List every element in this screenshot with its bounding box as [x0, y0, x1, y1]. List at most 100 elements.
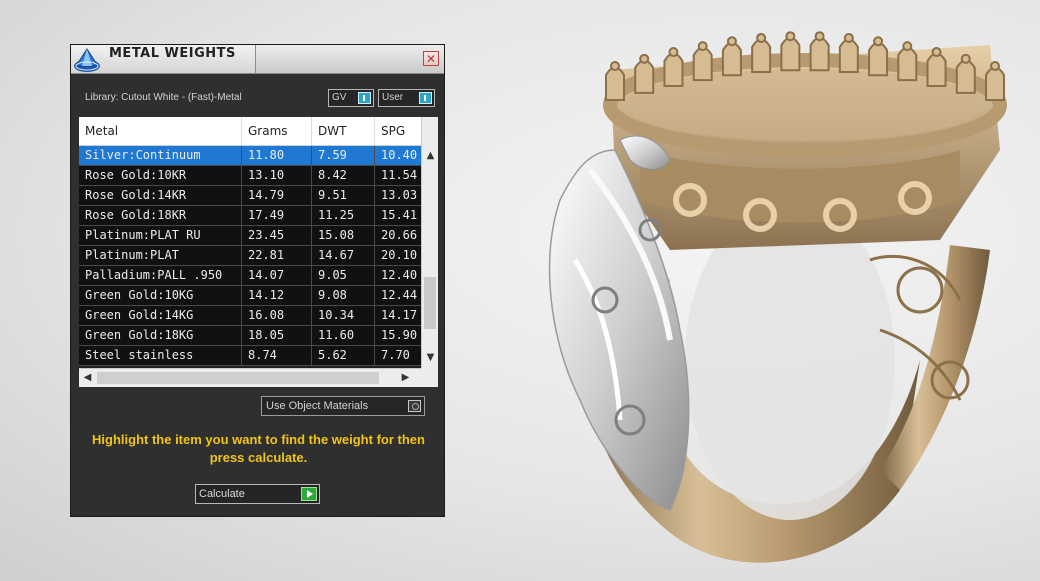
dwt-cell: 14.67	[312, 246, 375, 265]
table-row[interactable]: Platinum:PLAT RU 23.45 15.08 20.66	[79, 226, 421, 246]
grams-cell: 18.05	[242, 326, 312, 345]
crown-prong	[605, 66, 625, 101]
grams-cell: 11.80	[242, 146, 312, 165]
metal-cell: Green Gold:18KG	[79, 326, 242, 345]
table-row[interactable]: Rose Gold:18KR 17.49 11.25 15.41	[79, 206, 421, 226]
title-bar: METAL WEIGHTS ✕	[71, 45, 444, 74]
close-button[interactable]: ✕	[423, 51, 439, 66]
dwt-cell: 9.08	[312, 286, 375, 305]
crown-prong	[926, 52, 947, 88]
table-row[interactable]: Silver:Continuum 11.80 7.59 10.40	[79, 146, 421, 166]
metal-cell: Green Gold:14KG	[79, 306, 242, 325]
dwt-cell: 8.42	[312, 166, 375, 185]
scroll-right-icon[interactable]: ▶	[397, 370, 414, 386]
table-row[interactable]: Green Gold:14KG 16.08 10.34 14.17	[79, 306, 421, 326]
table-row[interactable]: Steel stainless 8.74 5.62 7.70	[79, 346, 421, 366]
panel-title: METAL WEIGHTS	[109, 46, 236, 61]
prong-bead	[931, 47, 942, 58]
prong-bead	[814, 31, 825, 42]
ring-3d-render	[548, 31, 1007, 563]
metal-cell: Palladium:PALL .950	[79, 266, 242, 285]
metal-cell: Rose Gold:10KR	[79, 166, 242, 185]
crown-prong	[663, 52, 684, 88]
use-object-materials-label: Use Object Materials	[266, 400, 369, 412]
metal-cell: Platinum:PLAT RU	[79, 226, 242, 245]
spg-cell: 14.17	[381, 308, 418, 322]
spg-cell: 11.54	[381, 168, 418, 182]
vertical-scroll-thumb[interactable]	[424, 277, 436, 329]
column-header-spg[interactable]: SPG	[375, 117, 421, 145]
scroll-left-icon[interactable]: ◀	[79, 370, 96, 386]
column-header-metal[interactable]: Metal	[79, 117, 242, 145]
dwt-cell: 11.25	[312, 206, 375, 225]
crown-prong	[838, 38, 859, 73]
crown-prong	[955, 59, 976, 94]
grams-cell: 14.79	[242, 186, 312, 205]
toggle-switch-icon	[358, 92, 371, 104]
gv-toggle-label: GV	[332, 92, 347, 103]
grams-cell: 17.49	[242, 206, 312, 225]
horizontal-scrollbar[interactable]: ◀ ▶	[79, 368, 421, 387]
dwt-cell: 10.34	[312, 306, 375, 325]
spg-cell: 15.90	[381, 328, 418, 342]
prong-bead	[610, 61, 620, 71]
crown-prong	[868, 41, 889, 77]
table-row[interactable]: Platinum:PLAT 22.81 14.67 20.10	[79, 246, 421, 266]
prong-bead	[990, 61, 1000, 71]
table-row[interactable]: Palladium:PALL .950 14.07 9.05 12.40	[79, 266, 421, 286]
library-label: Library: Cutout White - (Fast)-Metal	[85, 92, 242, 103]
horizontal-scroll-thumb[interactable]	[97, 372, 379, 384]
radio-icon[interactable]	[408, 400, 421, 412]
metal-cell: Platinum:PLAT	[79, 246, 242, 265]
metal-cell: Steel stainless	[79, 346, 242, 365]
vertical-scrollbar[interactable]: ▲ ▼	[421, 117, 438, 368]
user-toggle[interactable]: User	[378, 89, 435, 107]
table-row[interactable]: Green Gold:18KG 18.05 11.60 15.90	[79, 326, 421, 346]
prong-bead	[902, 41, 913, 52]
calculate-label: Calculate	[199, 488, 245, 500]
dwt-cell: 11.60	[312, 326, 375, 345]
metals-table: Metal Grams DWT SPG Silver:Continuum 11.8…	[79, 117, 438, 387]
spg-cell: 13.03	[381, 188, 418, 202]
play-arrow-icon	[301, 487, 317, 501]
table-row[interactable]: Rose Gold:10KR 13.10 8.42 11.54	[79, 166, 421, 186]
use-object-materials-option[interactable]: Use Object Materials	[261, 396, 425, 416]
gv-toggle[interactable]: GV	[328, 89, 374, 107]
prong-bead	[756, 32, 767, 43]
prong-bead	[785, 31, 796, 42]
table-row[interactable]: Green Gold:10KG 14.12 9.08 12.44	[79, 286, 421, 306]
scroll-corner	[421, 368, 438, 387]
crown-prong	[897, 46, 918, 82]
dwt-cell: 9.05	[312, 266, 375, 285]
spg-cell: 10.40	[381, 148, 418, 162]
title-tab: METAL WEIGHTS	[71, 45, 256, 73]
grams-cell: 8.74	[242, 346, 312, 365]
instruction-text: Highlight the item you want to find the …	[92, 432, 425, 465]
prong-bead	[639, 53, 650, 64]
calculate-button[interactable]: Calculate	[195, 484, 320, 504]
spg-cell: 7.70	[381, 348, 410, 362]
crown-prong	[634, 59, 655, 94]
spg-cell: 12.44	[381, 288, 418, 302]
toggle-switch-icon	[419, 92, 432, 104]
dwt-cell: 5.62	[312, 346, 375, 365]
grams-cell: 14.07	[242, 266, 312, 285]
prong-bead	[697, 41, 708, 52]
crown-prong	[751, 38, 772, 73]
table-body: Silver:Continuum 11.80 7.59 10.40 Rose Gold:…	[79, 146, 421, 366]
spg-cell: 15.41	[381, 208, 418, 222]
grams-cell: 13.10	[242, 166, 312, 185]
metal-cell: Green Gold:10KG	[79, 286, 242, 305]
prong-bead	[960, 53, 971, 64]
column-header-dwt[interactable]: DWT	[312, 117, 375, 145]
dwt-cell: 7.59	[312, 146, 375, 165]
crown-prong	[985, 66, 1005, 101]
dwt-cell: 15.08	[312, 226, 375, 245]
column-header-grams[interactable]: Grams	[242, 117, 312, 145]
prong-bead	[726, 36, 737, 47]
scroll-down-icon[interactable]: ▼	[422, 350, 438, 366]
metal-weights-panel: METAL WEIGHTS ✕ Library: Cutout White - …	[70, 44, 445, 517]
table-row[interactable]: Rose Gold:14KR 14.79 9.51 13.03	[79, 186, 421, 206]
grams-cell: 16.08	[242, 306, 312, 325]
scroll-up-icon[interactable]: ▲	[422, 148, 438, 164]
